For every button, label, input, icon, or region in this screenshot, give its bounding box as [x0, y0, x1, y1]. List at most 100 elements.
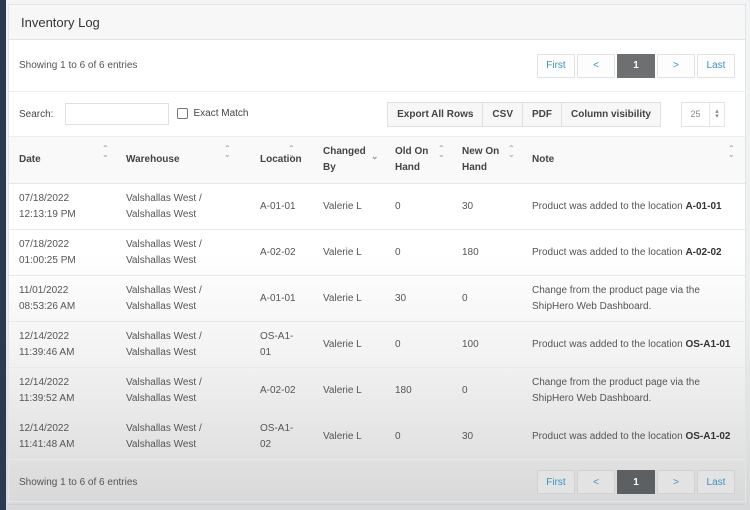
- sort-icon: ⌃ ⌄: [728, 144, 735, 159]
- cell-old-on-hand: 30: [385, 275, 452, 322]
- cell-new-on-hand: 0: [452, 367, 522, 414]
- sort-icon: ⌃ ⌄: [508, 144, 515, 159]
- cell-new-on-hand: 30: [452, 413, 522, 460]
- entries-info-top: Showing 1 to 6 of 6 entries: [19, 60, 138, 71]
- column-header-changed-by[interactable]: Changed By ⌄: [313, 137, 385, 184]
- first-page-button[interactable]: First: [537, 470, 575, 494]
- cell-note: Change from the product page via the Ship…: [522, 367, 745, 414]
- note-location: OS-A1-02: [685, 430, 731, 442]
- cell-note: Product was added to the location OS-A1-…: [522, 321, 745, 368]
- sort-icon: ⌃ ⌄: [438, 144, 445, 159]
- cell-warehouse: Valshallas West / Valshallas West: [116, 275, 250, 322]
- panel-title: Inventory Log: [21, 14, 100, 30]
- page-length-value: 25: [690, 109, 701, 119]
- table-row: 12/14/2022 11:41:48 AM Valshallas West / Va…: [9, 413, 745, 460]
- export-all-rows-button[interactable]: Export All Rows: [387, 101, 484, 127]
- column-header-date[interactable]: Date ⌃ ⌄: [9, 137, 116, 184]
- bottom-info-bar: Showing 1 to 6 of 6 entries First < 1 > …: [9, 460, 745, 505]
- csv-button[interactable]: CSV: [482, 101, 523, 127]
- cell-new-on-hand: 180: [452, 229, 522, 276]
- table-toolbar: Search: Exact Match Export All Rows CSV …: [9, 92, 745, 137]
- note-location: A-01-01: [685, 200, 722, 212]
- sort-descending-icon: ⌄: [371, 151, 379, 161]
- cell-location: OS-A1- 01: [250, 321, 313, 368]
- cell-note: Product was added to the location A-02-0…: [522, 229, 745, 276]
- cell-location: A-02-02: [250, 229, 313, 276]
- sort-icon: ⌃ ⌄: [288, 144, 295, 159]
- page-background: Inventory Log Showing 1 to 6 of 6 entrie…: [6, 0, 750, 510]
- checkbox-box[interactable]: [177, 107, 189, 119]
- cell-date: 12/14/2022 11:39:46 AM: [9, 321, 116, 368]
- pagination-top: First < 1 > Last: [537, 53, 735, 78]
- cell-old-on-hand: 0: [385, 229, 452, 276]
- cell-changed-by: Valerie L: [313, 183, 385, 230]
- column-header-old-on-hand[interactable]: Old On Hand ⌃ ⌄: [385, 137, 452, 184]
- cell-old-on-hand: 0: [385, 321, 452, 368]
- cell-warehouse: Valshallas West / Valshallas West: [116, 413, 250, 460]
- cell-date: 07/18/2022 12:13:19 PM: [9, 183, 116, 230]
- cell-changed-by: Valerie L: [313, 367, 385, 414]
- note-location: A-02-02: [685, 246, 722, 258]
- cell-old-on-hand: 0: [385, 183, 452, 230]
- column-header-new-on-hand[interactable]: New On Hand ⌃ ⌄: [452, 137, 522, 184]
- cell-changed-by: Valerie L: [313, 321, 385, 368]
- cell-old-on-hand: 0: [385, 413, 452, 460]
- table-header-row: Date ⌃ ⌄ Warehouse ⌃ ⌄ Location ⌃ ⌄ Changed By ⌄…: [9, 137, 745, 184]
- cell-changed-by: Valerie L: [313, 229, 385, 276]
- table-row: 11/01/2022 08:53:26 AM Valshallas West / Va…: [9, 275, 745, 322]
- sort-icon: ⌃ ⌄: [224, 144, 231, 159]
- cell-new-on-hand: 30: [452, 183, 522, 230]
- top-info-bar: Showing 1 to 6 of 6 entries First < 1 > …: [9, 40, 745, 92]
- export-button-group: Export All Rows CSV PDF Column visibilit…: [387, 101, 661, 127]
- cell-date: 11/01/2022 08:53:26 AM: [9, 275, 116, 322]
- cell-note: Change from the product page via the Ship…: [522, 275, 745, 322]
- cell-location: OS-A1- 02: [250, 413, 313, 460]
- inventory-log-panel: Inventory Log Showing 1 to 6 of 6 entrie…: [8, 4, 746, 505]
- last-page-button[interactable]: Last: [697, 470, 735, 494]
- cell-warehouse: Valshallas West / Valshallas West: [116, 321, 250, 368]
- cell-warehouse: Valshallas West / Valshallas West: [116, 367, 250, 414]
- page-1-button[interactable]: 1: [617, 470, 655, 494]
- table-row: 07/18/2022 01:00:25 PM Valshallas West / Va…: [9, 229, 745, 276]
- cell-changed-by: Valerie L: [313, 275, 385, 322]
- last-page-button[interactable]: Last: [697, 53, 735, 78]
- note-location: OS-A1-01: [685, 338, 731, 350]
- next-page-button[interactable]: >: [657, 470, 695, 494]
- prev-page-button[interactable]: <: [577, 53, 615, 78]
- panel-header: Inventory Log: [9, 5, 745, 40]
- exact-match-label: Exact Match: [193, 107, 249, 119]
- cell-note: Product was added to the location A-01-0…: [522, 183, 745, 230]
- column-header-location[interactable]: Location ⌃ ⌄: [250, 137, 313, 184]
- next-page-button[interactable]: >: [657, 53, 695, 78]
- up-down-arrows-icon: ▴ ▾: [709, 102, 724, 126]
- cell-location: A-02-02: [250, 367, 313, 414]
- cell-location: A-01-01: [250, 183, 313, 230]
- entries-info-bottom: Showing 1 to 6 of 6 entries: [19, 476, 138, 488]
- sort-icon: ⌃ ⌄: [102, 144, 109, 159]
- inventory-log-table: Date ⌃ ⌄ Warehouse ⌃ ⌄ Location ⌃ ⌄ Changed By ⌄…: [9, 137, 745, 460]
- first-page-button[interactable]: First: [537, 53, 575, 78]
- cell-new-on-hand: 100: [452, 321, 522, 368]
- column-header-note[interactable]: Note ⌃ ⌄: [522, 137, 745, 184]
- column-header-warehouse[interactable]: Warehouse ⌃ ⌄: [116, 137, 250, 184]
- page-1-button[interactable]: 1: [617, 53, 655, 78]
- prev-page-button[interactable]: <: [577, 470, 615, 494]
- pdf-button[interactable]: PDF: [521, 101, 562, 127]
- cell-warehouse: Valshallas West / Valshallas West: [116, 183, 250, 230]
- table-row: 12/14/2022 11:39:52 AM Valshallas West / Va…: [9, 367, 745, 414]
- table-row: 12/14/2022 11:39:46 AM Valshallas West / Va…: [9, 321, 745, 368]
- cell-date: 12/14/2022 11:39:52 AM: [9, 367, 116, 414]
- cell-warehouse: Valshallas West / Valshallas West: [116, 229, 250, 276]
- cell-location: A-01-01: [250, 275, 313, 322]
- cell-changed-by: Valerie L: [313, 413, 385, 460]
- search-input[interactable]: [65, 103, 170, 125]
- cell-date: 07/18/2022 01:00:25 PM: [9, 229, 116, 276]
- page-length-select[interactable]: 25 ▴ ▾: [681, 101, 725, 127]
- cell-date: 12/14/2022 11:41:48 AM: [9, 413, 116, 460]
- pagination-bottom: First < 1 > Last: [537, 470, 735, 494]
- column-visibility-button[interactable]: Column visibility: [560, 101, 661, 127]
- cell-new-on-hand: 0: [452, 275, 522, 322]
- exact-match-checkbox[interactable]: Exact Match: [177, 107, 249, 119]
- search-label: Search:: [19, 108, 54, 120]
- table-row: 07/18/2022 12:13:19 PM Valshallas West / Va…: [9, 183, 745, 230]
